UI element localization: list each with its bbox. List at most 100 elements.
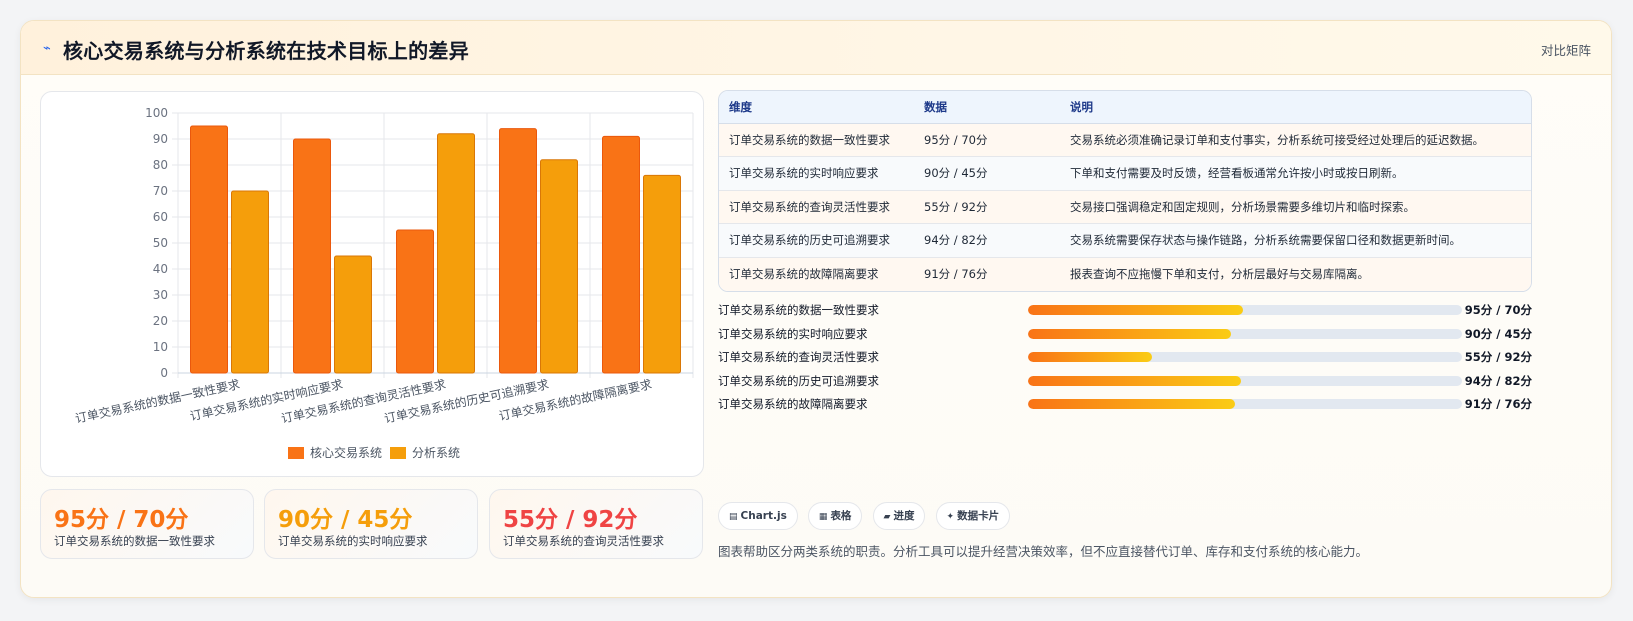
column-header-description: 说明 bbox=[1060, 91, 1531, 124]
progress-label: 订单交易系统的实时响应要求 bbox=[718, 326, 868, 341]
y-tick-label: 60 bbox=[153, 210, 168, 224]
legend-label: 分析系统 bbox=[412, 446, 460, 460]
x-tick-label: 订单交易系统的历史可追溯要求 bbox=[383, 376, 550, 426]
table-row: 订单交易系统的故障隔离要求 91分 / 76分 报表查询不应拖慢下单和支付，分析… bbox=[719, 257, 1531, 291]
card-header: ⌁ 核心交易系统与分析系统在技术目标上的差异 对比矩阵 bbox=[21, 21, 1611, 75]
y-tick-label: 20 bbox=[153, 314, 168, 328]
progress-label: 订单交易系统的数据一致性要求 bbox=[718, 303, 879, 317]
stat-card-realtime: 90分 / 45分 订单交易系统的实时响应要求 bbox=[264, 489, 478, 559]
pill-label: 表格 bbox=[830, 510, 852, 522]
progress-value: 90分 / 45分 bbox=[1464, 326, 1532, 341]
bar bbox=[334, 255, 372, 374]
pill-data-card[interactable]: ✦ 数据卡片 bbox=[935, 502, 1011, 530]
y-tick-label: 0 bbox=[160, 366, 168, 380]
stat-label: 订单交易系统的实时响应要求 bbox=[278, 534, 428, 548]
table-cell: 90分 / 45分 bbox=[914, 156, 1060, 191]
stat-value: 95分 / 70分 bbox=[54, 507, 189, 533]
bar-chart-panel: 0 10 20 30 40 50 60 70 80 90 100 订单交易系统的数据一致性要求 订单交易… bbox=[40, 91, 704, 477]
progress-track bbox=[1028, 352, 1462, 362]
pill-label: 数据卡片 bbox=[957, 510, 1000, 522]
comparison-table: 维度 数据 说明 订单交易系统的数据一致性要求 95分 / 70分 交易系统必须… bbox=[718, 90, 1532, 292]
progress-list: 订单交易系统的数据一致性要求 95分 / 70分 订单交易系统的实时响应要求 9… bbox=[718, 299, 1532, 417]
table-cell: 95分 / 70分 bbox=[914, 123, 1060, 157]
table-header-row: 维度 数据 说明 bbox=[719, 91, 1531, 124]
table-cell: 订单交易系统的实时响应要求 bbox=[719, 156, 914, 191]
stat-value: 90分 / 45分 bbox=[278, 507, 413, 533]
column-header-data: 数据 bbox=[914, 91, 1060, 124]
y-tick-label: 90 bbox=[153, 132, 168, 146]
tag-pills: ▤ Chart.js ▦ 表格 ▰ 进度 ✦ 数据卡片 bbox=[718, 502, 1015, 530]
y-tick-label: 30 bbox=[153, 288, 168, 302]
pill-label: 进度 bbox=[893, 510, 915, 522]
stat-card-consistency: 95分 / 70分 订单交易系统的数据一致性要求 bbox=[40, 489, 254, 559]
progress-track bbox=[1028, 399, 1462, 409]
table-row: 订单交易系统的查询灵活性要求 55分 / 92分 交易接口强调稳定和固定规则，分… bbox=[719, 190, 1531, 224]
comparison-card: ⌁ 核心交易系统与分析系统在技术目标上的差异 对比矩阵 0 10 20 30 40 50 6… bbox=[20, 20, 1612, 598]
bar bbox=[643, 174, 681, 374]
table-cell: 94分 / 82分 bbox=[914, 223, 1060, 258]
y-tick-label: 70 bbox=[153, 184, 168, 198]
pill-table[interactable]: ▦ 表格 bbox=[807, 502, 863, 530]
bar-chart: 0102030405060708090100订单交易系统的数据一致性要求订单交易… bbox=[74, 106, 694, 460]
bar bbox=[396, 229, 434, 374]
y-tick-label: 50 bbox=[153, 236, 168, 250]
stat-value: 55分 / 92分 bbox=[503, 507, 638, 533]
table-row: 订单交易系统的数据一致性要求 95分 / 70分 交易系统必须准确记录订单和支付… bbox=[719, 123, 1531, 157]
progress-track bbox=[1028, 375, 1462, 386]
table-cell: 91分 / 76分 bbox=[914, 257, 1060, 291]
matrix-link[interactable]: 对比矩阵 bbox=[1541, 40, 1591, 59]
table-cell: 订单交易系统的历史可追溯要求 bbox=[719, 223, 914, 258]
pill-chartjs[interactable]: ▤ Chart.js bbox=[718, 502, 798, 530]
table-row: 订单交易系统的实时响应要求 90分 / 45分 下单和支付需要及时反馈，经营看板… bbox=[719, 156, 1531, 191]
table-row: 订单交易系统的历史可追溯要求 94分 / 82分 交易系统需要保存状态与操作链路… bbox=[719, 223, 1531, 258]
table-cell: 订单交易系统的故障隔离要求 bbox=[719, 257, 914, 291]
y-tick-label: 10 bbox=[153, 340, 168, 354]
bar bbox=[540, 159, 578, 374]
table-cell: 55分 / 92分 bbox=[914, 190, 1060, 224]
progress-value: 94分 / 82分 bbox=[1464, 373, 1532, 388]
x-tick-label: 订单交易系统的数据一致性要求 bbox=[74, 376, 241, 426]
progress-label: 订单交易系统的查询灵活性要求 bbox=[718, 350, 879, 364]
progress-fill bbox=[1028, 328, 1232, 339]
progress-fill bbox=[1028, 399, 1235, 409]
progress-icon: ▰ bbox=[883, 512, 891, 522]
table-cell: 下单和支付需要及时反馈，经营看板通常允许按小时或按日刷新。 bbox=[1060, 156, 1531, 191]
progress-value: 55分 / 92分 bbox=[1464, 350, 1532, 364]
table-cell: 交易系统必须准确记录订单和支付事实，分析系统可接受经过处理后的延迟数据。 bbox=[1060, 123, 1531, 157]
y-tick-label: 100 bbox=[145, 106, 168, 120]
lightning-icon: ⌁ bbox=[43, 41, 51, 56]
bar bbox=[499, 128, 537, 374]
stat-card-flexibility: 55分 / 92分 订单交易系统的查询灵活性要求 bbox=[489, 489, 703, 559]
column-header-dimension: 维度 bbox=[719, 91, 914, 124]
bar bbox=[190, 125, 228, 374]
y-tick-label: 40 bbox=[153, 262, 168, 276]
bar bbox=[437, 133, 475, 374]
table-cell: 订单交易系统的数据一致性要求 bbox=[719, 123, 914, 157]
progress-track bbox=[1028, 305, 1462, 315]
progress-value: 91分 / 76分 bbox=[1464, 397, 1532, 411]
footnote: 图表帮助区分两类系统的职责。分析工具可以提升经营决策效率，但不应直接替代订单、库… bbox=[718, 544, 1369, 559]
sparkle-icon: ✦ bbox=[946, 512, 955, 522]
bar bbox=[602, 135, 640, 374]
table-cell: 报表查询不应拖慢下单和支付，分析层最好与交易库隔离。 bbox=[1060, 257, 1531, 291]
chart-icon: ▤ bbox=[729, 512, 738, 522]
legend-label: 核心交易系统 bbox=[310, 445, 382, 460]
table-icon: ▦ bbox=[818, 512, 828, 522]
page-title: 核心交易系统与分析系统在技术目标上的差异 bbox=[63, 39, 469, 63]
progress-row: 订单交易系统的历史可追溯要求 94分 / 82分 bbox=[718, 370, 1532, 394]
progress-fill bbox=[1028, 305, 1243, 315]
bar bbox=[293, 138, 331, 374]
table-cell: 交易接口强调稳定和固定规则，分析场景需要多维切片和临时探索。 bbox=[1060, 190, 1531, 224]
stat-label: 订单交易系统的查询灵活性要求 bbox=[503, 534, 664, 548]
legend-swatch bbox=[390, 447, 406, 459]
progress-value: 95分 / 70分 bbox=[1464, 303, 1532, 317]
progress-label: 订单交易系统的故障隔离要求 bbox=[718, 397, 868, 411]
x-tick-label: 订单交易系统的查询灵活性要求 bbox=[280, 376, 447, 426]
progress-row: 订单交易系统的故障隔离要求 91分 / 76分 bbox=[718, 393, 1532, 417]
progress-row: 订单交易系统的实时响应要求 90分 / 45分 bbox=[718, 323, 1532, 347]
table-cell: 交易系统需要保存状态与操作链路，分析系统需要保留口径和数据更新时间。 bbox=[1060, 223, 1531, 258]
pill-progress[interactable]: ▰ 进度 bbox=[872, 502, 926, 530]
bar bbox=[231, 190, 269, 374]
y-tick-label: 80 bbox=[153, 158, 168, 172]
progress-label: 订单交易系统的历史可追溯要求 bbox=[718, 373, 879, 388]
